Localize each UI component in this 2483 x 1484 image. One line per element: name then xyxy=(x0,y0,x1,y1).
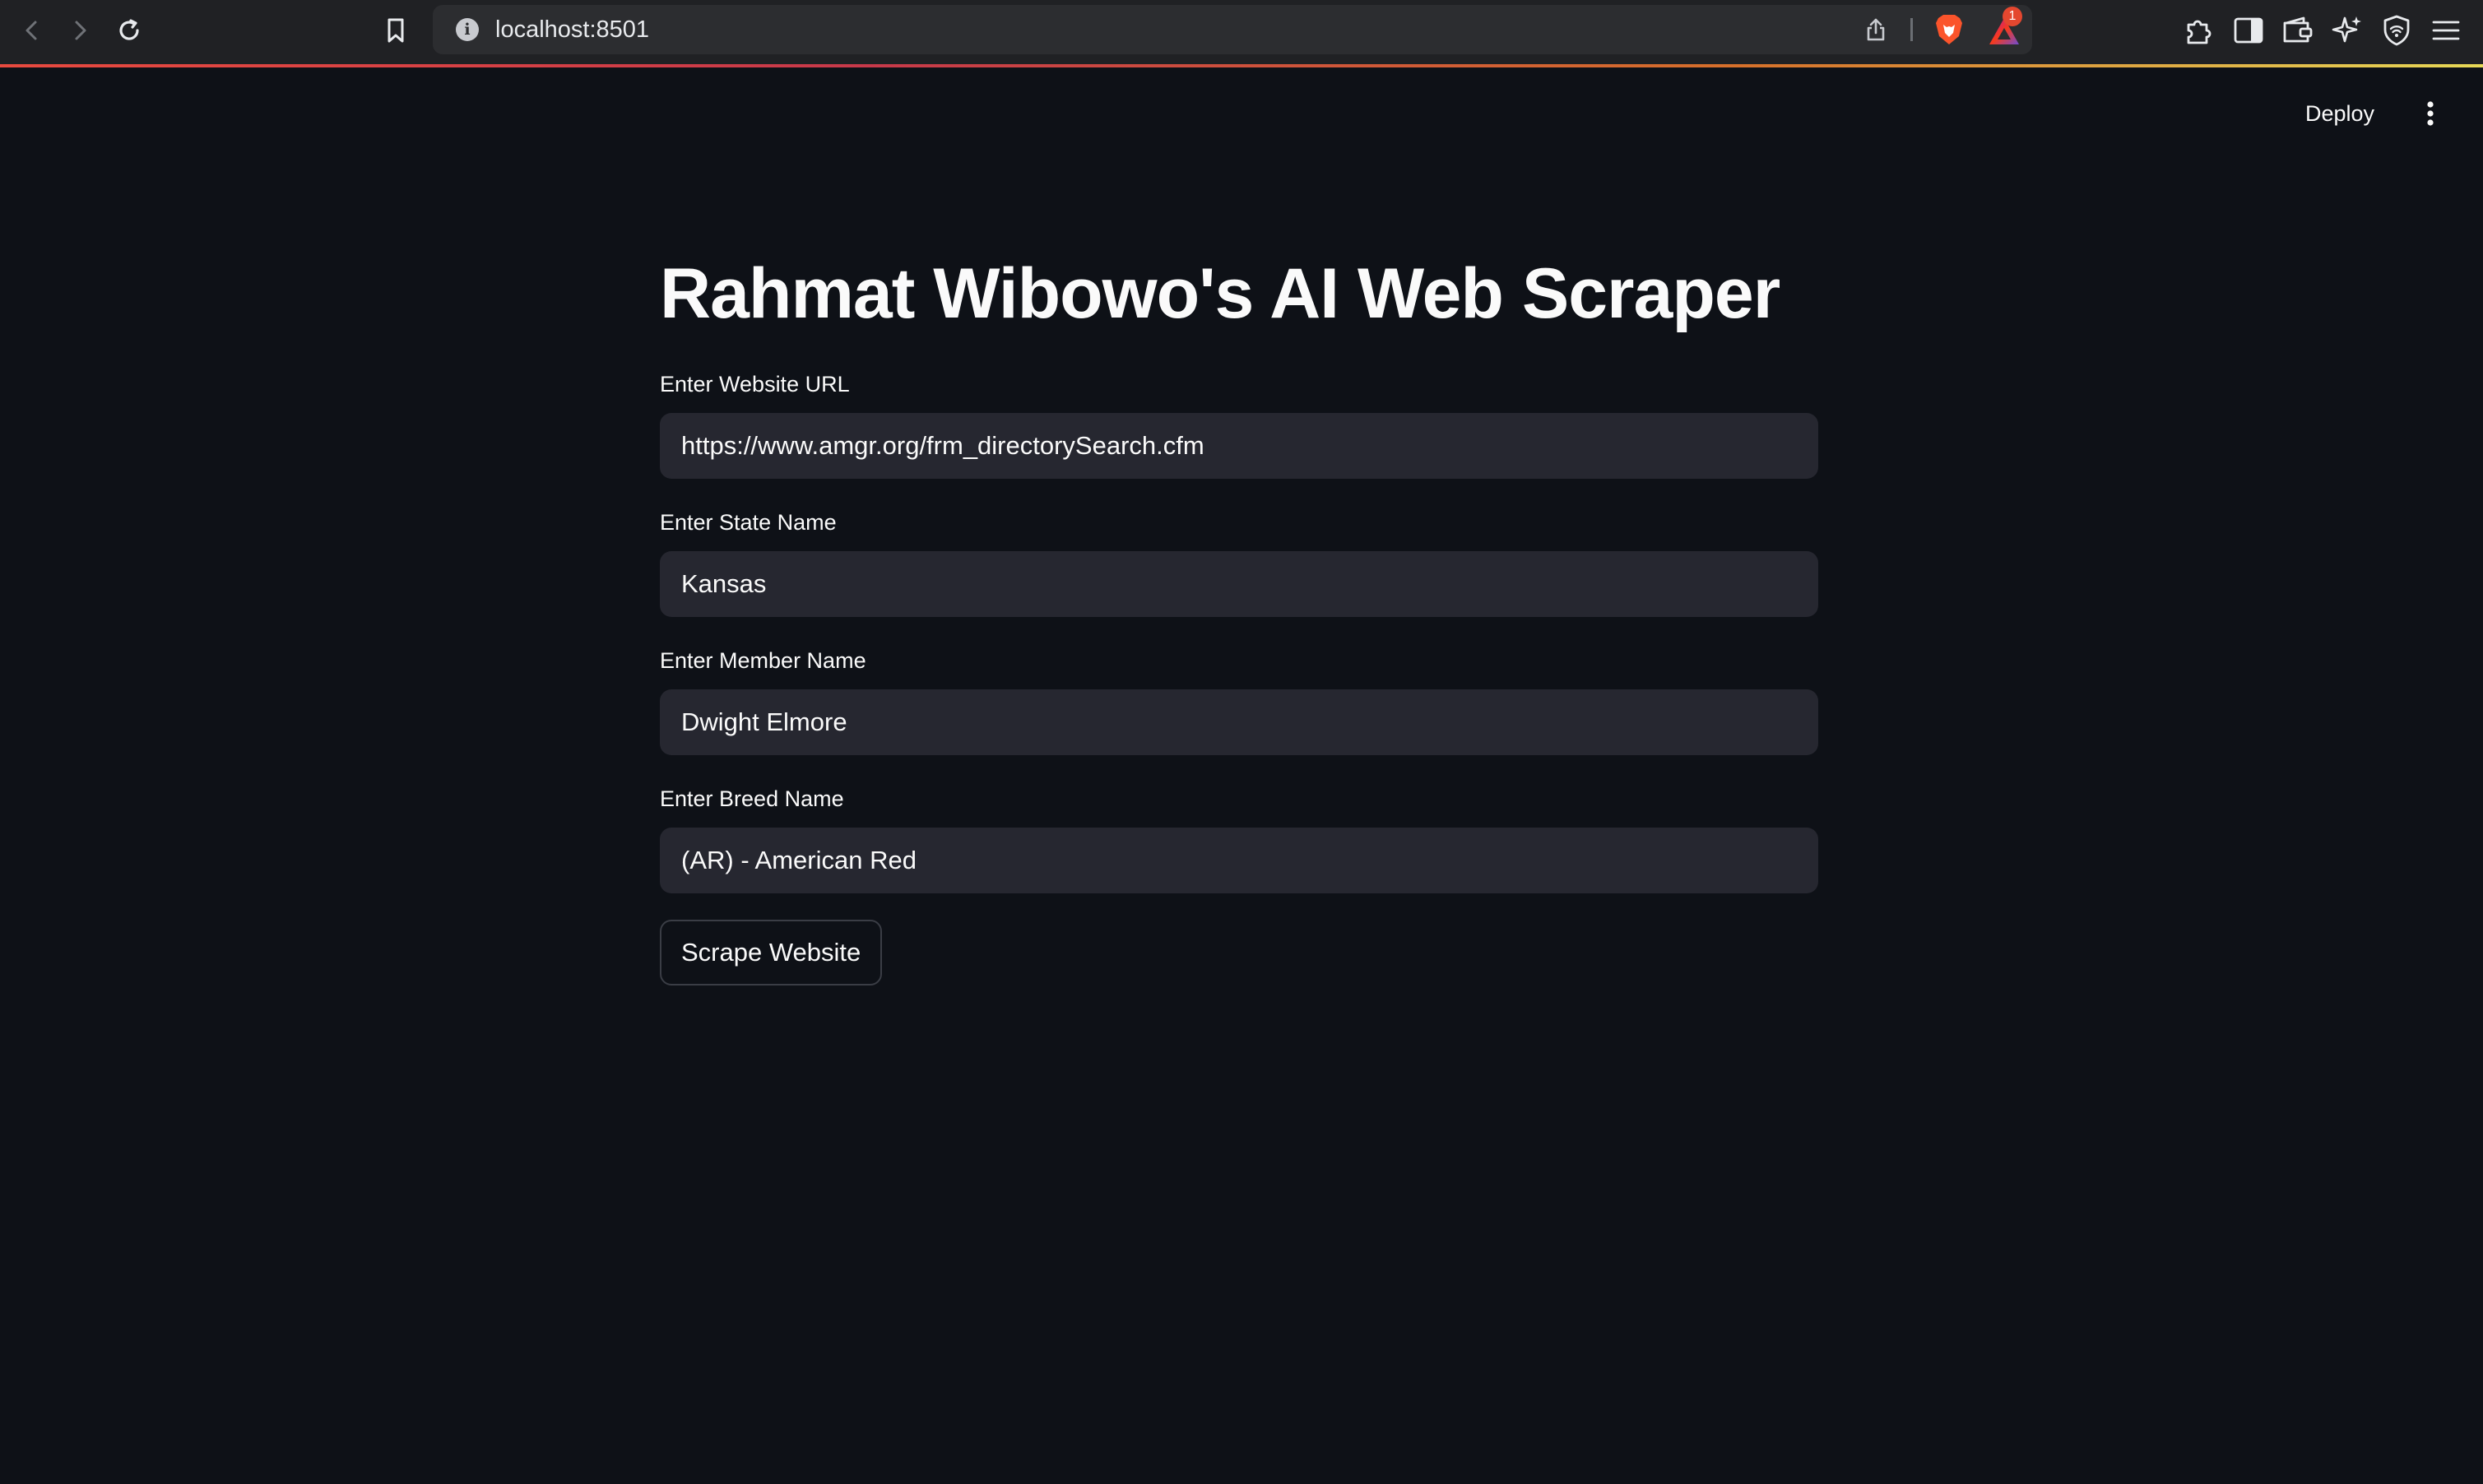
sidebar-icon[interactable] xyxy=(2231,13,2266,48)
notification-badge: 1 xyxy=(2003,7,2022,26)
breed-name-input[interactable] xyxy=(660,828,1818,893)
wallet-icon[interactable] xyxy=(2281,13,2315,48)
reload-icon xyxy=(119,19,139,40)
sparkle-icon[interactable] xyxy=(2330,13,2365,48)
browser-toolbar: i localhost:8501 1 xyxy=(0,0,2483,64)
page-load-bar xyxy=(0,64,2483,67)
forward-button[interactable] xyxy=(61,12,99,49)
state-name-label: Enter State Name xyxy=(660,510,837,535)
shield-icon[interactable] xyxy=(2379,13,2414,48)
breed-name-label: Enter Breed Name xyxy=(660,786,844,811)
member-name-label: Enter Member Name xyxy=(660,648,866,673)
website-url-input[interactable] xyxy=(660,413,1818,479)
kebab-menu-icon xyxy=(2427,101,2434,126)
hamburger-icon[interactable] xyxy=(2429,13,2463,48)
share-icon[interactable] xyxy=(1863,16,1889,43)
brave-lion-icon[interactable] xyxy=(1933,13,1965,46)
url-text[interactable]: localhost:8501 xyxy=(495,5,649,54)
main-menu-button[interactable] xyxy=(2414,92,2447,135)
chevron-right-icon xyxy=(75,21,86,40)
website-url-label: Enter Website URL xyxy=(660,372,850,397)
member-name-input[interactable] xyxy=(660,689,1818,755)
reload-button[interactable] xyxy=(110,12,148,49)
bookmark-button[interactable] xyxy=(377,12,415,49)
deploy-button[interactable]: Deploy xyxy=(2290,92,2389,135)
address-bar[interactable]: i localhost:8501 1 xyxy=(433,5,2032,54)
address-bar-divider xyxy=(1910,18,1913,41)
info-icon[interactable]: i xyxy=(456,18,479,41)
chevron-left-icon xyxy=(26,21,37,40)
bookmark-icon xyxy=(388,18,404,43)
page-title: Rahmat Wibowo's AI Web Scraper xyxy=(660,254,1780,333)
back-button[interactable] xyxy=(13,12,51,49)
state-name-input[interactable] xyxy=(660,551,1818,617)
puzzle-icon[interactable] xyxy=(2182,13,2216,48)
scrape-website-button[interactable]: Scrape Website xyxy=(660,920,883,985)
